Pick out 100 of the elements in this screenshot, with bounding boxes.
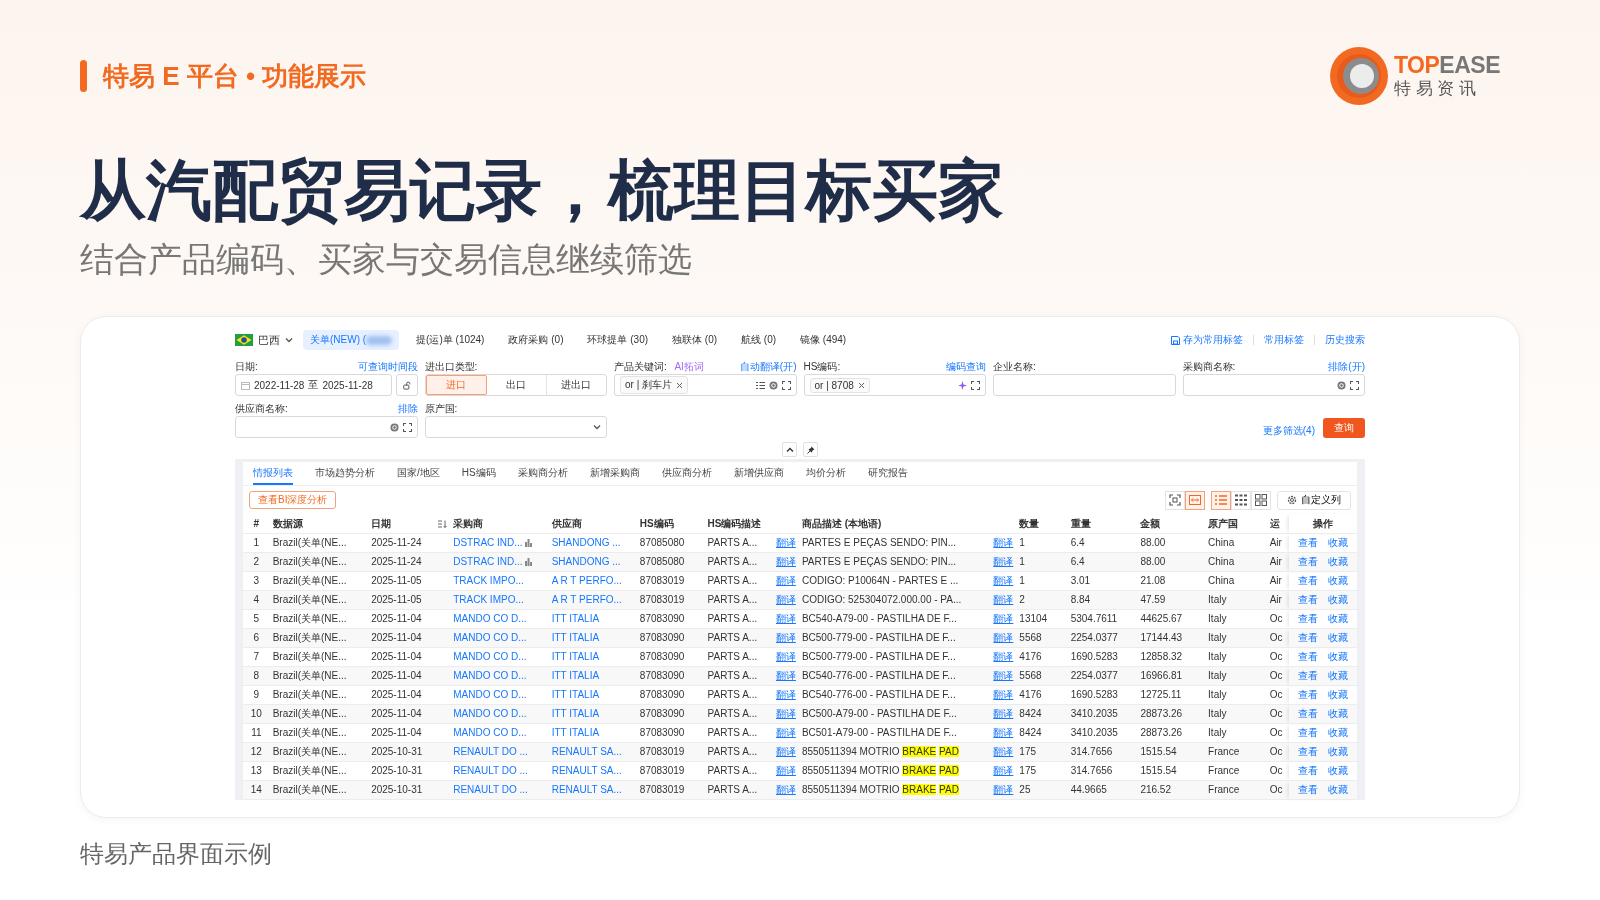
translate-link[interactable]: 翻译 <box>993 670 1014 682</box>
trade-type-option[interactable]: 进口 <box>425 375 487 395</box>
action-link[interactable]: 查看 <box>1298 594 1319 606</box>
action-link[interactable]: 查看 <box>1298 670 1319 682</box>
translate-link[interactable]: 翻译 <box>993 708 1014 720</box>
action-link[interactable]: 查看 <box>1298 651 1319 663</box>
buyer-link[interactable]: MANDO CO D... <box>453 651 527 663</box>
buyer-link[interactable]: MANDO CO D... <box>453 613 527 625</box>
toolbar-link[interactable]: 历史搜索 <box>1325 333 1365 347</box>
action-link[interactable]: 查看 <box>1298 784 1319 796</box>
translate-link[interactable]: 翻译 <box>993 537 1014 549</box>
supplier-link[interactable]: ITT ITALIA <box>551 613 600 624</box>
buyer-link[interactable]: MANDO CO D... <box>453 727 527 739</box>
translate-link[interactable]: 翻译 <box>993 765 1014 777</box>
action-link[interactable]: 收藏 <box>1328 632 1349 644</box>
filter-tag[interactable]: or | 刹车片 <box>620 376 689 394</box>
source-tab[interactable]: 政府采购 (0) <box>501 330 571 350</box>
translate-link[interactable]: 翻译 <box>993 746 1014 758</box>
filter-link[interactable]: 排除 <box>397 401 418 416</box>
action-link[interactable]: 收藏 <box>1328 708 1349 720</box>
filter-tag[interactable]: or | 8708 <box>809 377 870 393</box>
action-link[interactable]: 收藏 <box>1328 689 1349 701</box>
translate-link[interactable]: 翻译 <box>775 765 796 777</box>
action-link[interactable]: 查看 <box>1298 708 1319 720</box>
keyword-field[interactable]: or | 刹车片 <box>614 374 797 396</box>
translate-link[interactable]: 翻译 <box>775 727 796 739</box>
collapse-button[interactable] <box>782 442 797 457</box>
action-link[interactable]: 收藏 <box>1328 746 1349 758</box>
result-tab[interactable]: 国家/地区 <box>397 462 440 485</box>
lock-button[interactable] <box>395 374 418 396</box>
toolbar-link[interactable]: 常用标签 <box>1264 333 1304 347</box>
filter-link[interactable]: 可查询时间段 <box>357 359 418 374</box>
supplier-link[interactable]: ITT ITALIA <box>551 689 600 700</box>
buyer-link[interactable]: RENAULT DO ... <box>453 765 528 777</box>
action-link[interactable]: 收藏 <box>1328 727 1349 739</box>
translate-link[interactable]: 翻译 <box>775 537 796 549</box>
trade-type-option[interactable]: 进出口 <box>546 375 606 395</box>
translate-link[interactable]: 翻译 <box>993 727 1014 739</box>
result-tab[interactable]: 情报列表 <box>253 462 293 485</box>
search-button[interactable]: 查询 <box>1323 418 1365 438</box>
view-toggle-button[interactable] <box>1185 490 1205 510</box>
remove-icon[interactable] <box>676 381 684 389</box>
buyer-link[interactable]: MANDO CO D... <box>453 689 527 701</box>
translate-link[interactable]: 翻译 <box>775 708 796 720</box>
action-link[interactable]: 收藏 <box>1328 537 1349 549</box>
supplier-link[interactable]: ITT ITALIA <box>551 651 600 662</box>
translate-link[interactable]: 翻译 <box>993 575 1014 587</box>
buyer-link[interactable]: TRACK IMPO... <box>453 575 524 587</box>
action-link[interactable]: 查看 <box>1298 613 1319 625</box>
action-link[interactable]: 查看 <box>1298 765 1319 777</box>
translate-link[interactable]: 翻译 <box>775 689 796 701</box>
view-toggle-button[interactable] <box>1211 490 1231 510</box>
filter-link[interactable]: 排除(开) <box>1328 359 1365 374</box>
translate-link[interactable]: 翻译 <box>775 651 796 663</box>
more-filters-link[interactable]: 更多筛选(4) <box>1262 424 1315 438</box>
country-select[interactable]: 巴西 <box>235 332 293 348</box>
input-field[interactable] <box>993 374 1176 396</box>
translate-link[interactable]: 翻译 <box>993 613 1014 625</box>
source-tab[interactable]: 独联体 (0) <box>665 330 725 350</box>
action-link[interactable]: 收藏 <box>1328 556 1349 568</box>
filter-link[interactable]: 编码查询 <box>946 359 986 374</box>
translate-link[interactable]: 翻译 <box>993 651 1014 663</box>
translate-link[interactable]: 翻译 <box>775 670 796 682</box>
source-tab[interactable]: 提(运)单 (1024) <box>409 330 492 350</box>
action-link[interactable]: 查看 <box>1298 537 1319 549</box>
source-tab[interactable]: 镜像 (494) <box>793 330 854 350</box>
supplier-link[interactable]: ITT ITALIA <box>551 727 600 738</box>
action-link[interactable]: 查看 <box>1298 689 1319 701</box>
result-tab[interactable]: 研究报告 <box>867 462 908 485</box>
translate-link[interactable]: 翻译 <box>775 556 796 568</box>
result-tab[interactable]: 新增采购商 <box>589 462 640 485</box>
filter-link[interactable]: AI拓词 <box>674 359 704 374</box>
translate-link[interactable]: 翻译 <box>775 632 796 644</box>
action-link[interactable]: 收藏 <box>1328 784 1349 796</box>
custom-columns-button[interactable]: 自定义列 <box>1277 490 1351 510</box>
action-link[interactable]: 查看 <box>1298 632 1319 644</box>
translate-link[interactable]: 翻译 <box>775 613 796 625</box>
result-tab[interactable]: 市场趋势分析 <box>315 462 375 485</box>
result-tab[interactable]: 采购商分析 <box>517 462 568 485</box>
action-link[interactable]: 查看 <box>1298 727 1319 739</box>
source-tab[interactable]: 关单(NEW) ( <box>303 330 400 350</box>
input-field[interactable] <box>1182 374 1365 396</box>
translate-link[interactable]: 翻译 <box>993 689 1014 701</box>
action-link[interactable]: 收藏 <box>1328 613 1349 625</box>
action-link[interactable]: 收藏 <box>1328 594 1349 606</box>
translate-link[interactable]: 翻译 <box>993 594 1014 606</box>
translate-link[interactable]: 翻译 <box>775 746 796 758</box>
action-link[interactable]: 收藏 <box>1328 765 1349 777</box>
action-link[interactable]: 收藏 <box>1328 575 1349 587</box>
action-link[interactable]: 查看 <box>1298 575 1319 587</box>
filter-link[interactable]: 自动翻译(开) <box>739 359 797 374</box>
translate-link[interactable]: 翻译 <box>775 784 796 796</box>
result-tab[interactable]: 新增供应商 <box>733 462 784 485</box>
translate-link[interactable]: 翻译 <box>775 575 796 587</box>
action-link[interactable]: 收藏 <box>1328 651 1349 663</box>
toolbar-link[interactable]: 存为常用标签 <box>1171 333 1243 347</box>
translate-link[interactable]: 翻译 <box>993 556 1014 568</box>
action-link[interactable]: 收藏 <box>1328 670 1349 682</box>
action-link[interactable]: 查看 <box>1298 556 1319 568</box>
supplier-link[interactable]: SHANDONG ... <box>551 537 621 548</box>
